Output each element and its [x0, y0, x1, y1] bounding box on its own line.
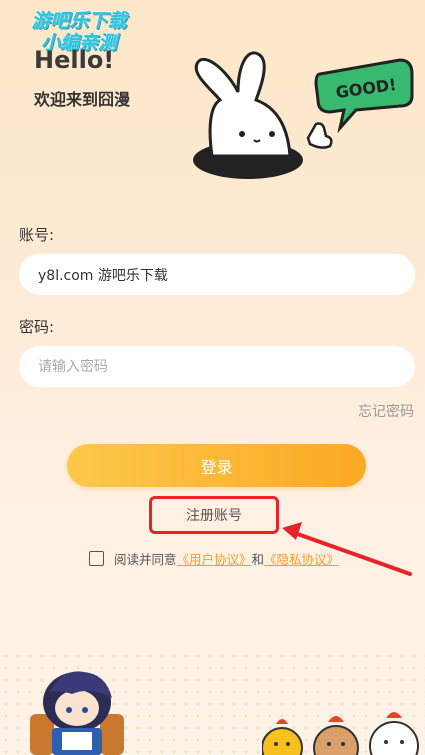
bunny-illustration: GOOD!: [193, 51, 414, 179]
login-button[interactable]: 登录: [67, 444, 366, 487]
account-label: 账号:: [19, 226, 55, 244]
register-highlight: 注册账号: [149, 496, 279, 534]
anime-character-illustration: [30, 671, 124, 755]
welcome-text: 欢迎来到囧漫: [34, 90, 131, 109]
agreement-checkbox[interactable]: [89, 551, 104, 566]
good-speech-bubble: GOOD!: [314, 58, 414, 134]
red-arrow-annotation: [282, 522, 412, 576]
forgot-password-link[interactable]: 忘记密码: [358, 401, 414, 421]
agreement-and: 和: [251, 552, 265, 567]
password-input[interactable]: [19, 346, 415, 387]
agreement-prefix: 阅读并同意: [114, 552, 177, 567]
user-agreement-link[interactable]: 《用户协议》: [177, 549, 252, 568]
watermark-line1: 游吧乐下载: [31, 10, 127, 32]
password-label: 密码:: [19, 318, 55, 336]
account-input[interactable]: [19, 254, 415, 295]
chicken-characters-illustration: [262, 712, 419, 755]
hello-heading: Hello!: [34, 46, 115, 74]
register-button[interactable]: 注册账号: [186, 505, 242, 525]
